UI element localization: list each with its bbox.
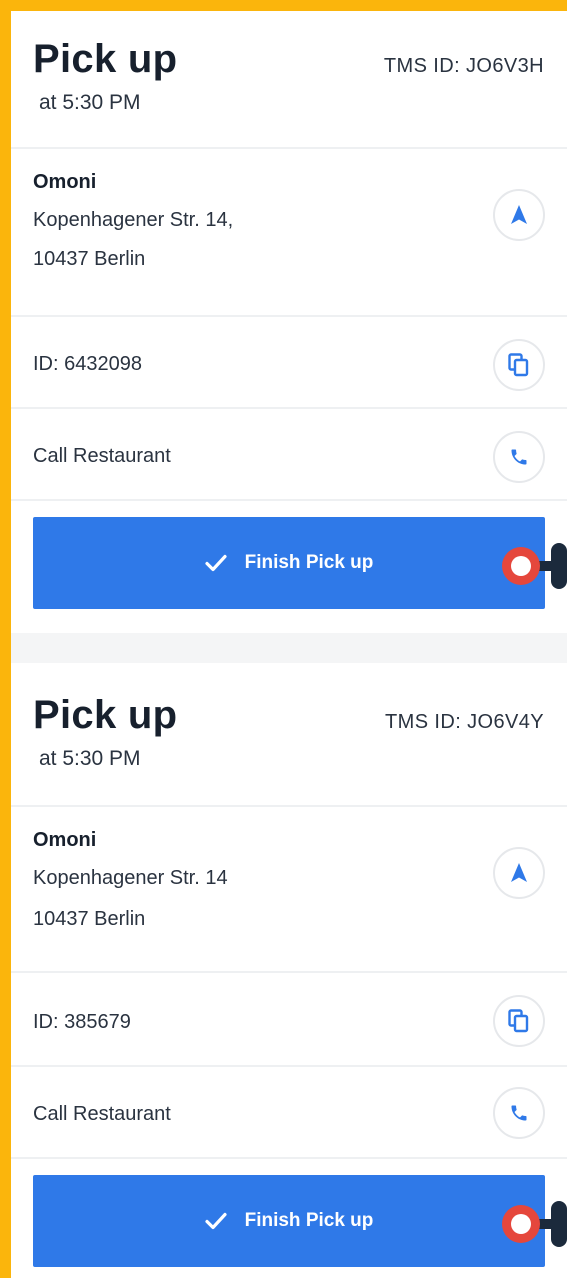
navigate-button[interactable] [493, 847, 545, 899]
divider [11, 1157, 567, 1159]
navigate-button[interactable] [493, 189, 545, 241]
divider [11, 499, 567, 501]
navigate-icon [511, 205, 527, 224]
address-street: Kopenhagener Str. 14 [33, 867, 228, 889]
app-frame: Pick up at 5:30 PM TMS ID: JO6V3H Omoni … [11, 11, 567, 1278]
order-id-row: ID: 6432098 [11, 317, 567, 407]
pickup-time: at 5:30 PM [39, 747, 141, 770]
card-header: Pick up at 5:30 PM TMS ID: JO6V3H [11, 11, 567, 147]
checkmark-icon [204, 554, 227, 572]
finish-pickup-label: Finish Pick up [244, 552, 374, 573]
address-street: Kopenhagener Str. 14, [33, 209, 234, 231]
restaurant-address-row: Omoni Kopenhagener Str. 14, 10437 Berlin [11, 149, 567, 299]
card-title: Pick up [33, 693, 178, 737]
call-restaurant-row[interactable]: Call Restaurant [11, 409, 567, 499]
call-restaurant-row[interactable]: Call Restaurant [11, 1067, 567, 1157]
copy-button[interactable] [493, 995, 545, 1047]
pickup-card: Pick up at 5:30 PM TMS ID: JO6V3H Omoni … [11, 11, 567, 633]
tap-marker-icon [502, 1201, 567, 1247]
address-city: 10437 Berlin [33, 248, 146, 270]
navigate-icon [511, 863, 527, 882]
finish-pickup-button[interactable]: Finish Pick up [33, 1175, 545, 1267]
call-restaurant-label: Call Restaurant [33, 1103, 171, 1125]
finish-pickup-button[interactable]: Finish Pick up [33, 517, 545, 609]
tms-id: TMS ID: JO6V3H [383, 55, 544, 77]
pickup-card: Pick up at 5:30 PM TMS ID: JO6V4Y Omoni … [11, 663, 567, 1278]
copy-icon [508, 1009, 529, 1033]
checkmark-icon [204, 1212, 227, 1230]
card-title: Pick up [33, 37, 178, 81]
tap-marker-icon [502, 543, 567, 589]
restaurant-address-row: Omoni Kopenhagener Str. 14 10437 Berlin [11, 807, 567, 971]
card-header: Pick up at 5:30 PM TMS ID: JO6V4Y [11, 663, 567, 799]
phone-icon [511, 449, 527, 465]
phone-icon [511, 1105, 527, 1121]
restaurant-name: Omoni [33, 829, 97, 851]
restaurant-name: Omoni [33, 171, 97, 193]
copy-icon [508, 353, 529, 377]
copy-button[interactable] [493, 339, 545, 391]
address-city: 10437 Berlin [33, 908, 146, 930]
pickup-time: at 5:30 PM [39, 91, 141, 114]
order-id: ID: 6432098 [33, 353, 142, 375]
call-button[interactable] [493, 431, 545, 483]
finish-pickup-label: Finish Pick up [244, 1210, 374, 1231]
order-id-row: ID: 385679 [11, 973, 567, 1065]
tms-id: TMS ID: JO6V4Y [385, 711, 544, 733]
call-button[interactable] [493, 1087, 545, 1139]
order-id: ID: 385679 [33, 1011, 131, 1033]
call-restaurant-label: Call Restaurant [33, 445, 171, 467]
